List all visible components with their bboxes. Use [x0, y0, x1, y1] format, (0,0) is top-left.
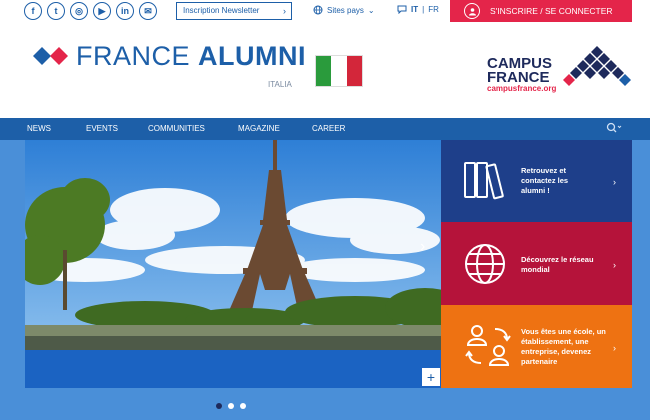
- card-alumni-text: Retrouvez et contactez les alumni !: [521, 166, 569, 195]
- nav-news[interactable]: NEWS: [27, 124, 51, 133]
- facebook-glyph: f: [31, 6, 35, 16]
- carousel-dots: [216, 403, 246, 409]
- nav-career[interactable]: CAREER: [312, 124, 345, 133]
- email-icon[interactable]: ✉: [139, 2, 157, 20]
- top-bar: f t ◎ ▶ in ✉ Inscription Newsletter › Si…: [0, 0, 650, 28]
- chevron-right-icon: ›: [613, 260, 616, 270]
- carousel-dot[interactable]: [240, 403, 246, 409]
- card-network[interactable]: Découvrez le réseau mondial ›: [441, 222, 632, 305]
- lang-fr[interactable]: FR: [428, 5, 439, 14]
- language-switcher: IT | FR: [397, 5, 439, 14]
- books-icon: [464, 162, 504, 200]
- signin-button[interactable]: S'INSCRIRE / SE CONNECTER: [450, 0, 632, 22]
- globe-icon: [465, 244, 505, 284]
- youtube-glyph: ▶: [98, 5, 106, 16]
- campus-france-logo-text[interactable]: CAMPUS FRANCE: [487, 56, 552, 86]
- newsletter-button[interactable]: Inscription Newsletter ›: [176, 2, 292, 20]
- instagram-glyph: ◎: [75, 5, 83, 16]
- search-icon[interactable]: [606, 122, 622, 137]
- cf-url: campusfrance.org: [487, 84, 557, 93]
- plus-button[interactable]: +: [422, 368, 440, 386]
- brand-light: FRANCE: [76, 41, 199, 71]
- lang-separator: |: [422, 5, 425, 14]
- newsletter-label: Inscription Newsletter: [183, 6, 260, 15]
- nav-magazine[interactable]: MAGAZINE: [238, 124, 280, 133]
- speech-bubble-icon: [397, 5, 407, 14]
- linkedin-icon[interactable]: in: [116, 2, 134, 20]
- main-nav: NEWS EVENTS COMMUNITIES MAGAZINE CAREER: [0, 118, 650, 140]
- social-links: f t ◎ ▶ in ✉: [24, 2, 157, 20]
- people-exchange-icon: [465, 325, 511, 366]
- country-label: ITALIA: [268, 80, 292, 89]
- eiffel-tower-photo[interactable]: [25, 140, 441, 350]
- signin-label: S'INSCRIRE / SE CONNECTER: [490, 6, 613, 16]
- site-title[interactable]: FRANCE ALUMNI: [76, 41, 306, 72]
- chevron-right-icon: ›: [283, 6, 286, 16]
- sites-pays-dropdown[interactable]: Sites pays ⌄: [313, 5, 375, 15]
- carousel-dot[interactable]: [228, 403, 234, 409]
- youtube-icon[interactable]: ▶: [93, 2, 111, 20]
- france-alumni-logo-icon[interactable]: [33, 46, 73, 66]
- nav-communities[interactable]: COMMUNITIES: [148, 124, 205, 133]
- cf-line2: FRANCE: [487, 69, 550, 86]
- lang-it[interactable]: IT: [411, 5, 418, 14]
- facebook-icon[interactable]: f: [24, 2, 42, 20]
- campus-france-diamond-icon: [563, 46, 631, 86]
- card-alumni[interactable]: Retrouvez et contactez les alumni ! ›: [441, 140, 632, 222]
- user-icon: [464, 3, 480, 19]
- linkedin-glyph: in: [121, 6, 129, 16]
- card-partner[interactable]: Vous êtes une école, un établissement, u…: [441, 305, 632, 388]
- sites-pays-label: Sites pays: [327, 5, 364, 15]
- card-network-text: Découvrez le réseau mondial: [521, 255, 594, 274]
- chevron-down-icon: ⌄: [367, 5, 375, 15]
- chevron-right-icon: ›: [613, 343, 616, 353]
- twitter-glyph: t: [54, 6, 58, 16]
- card-partner-text: Vous êtes une école, un établissement, u…: [521, 327, 606, 366]
- caption-strip: [25, 350, 441, 388]
- next-slide-arrow[interactable]: ›: [420, 238, 425, 256]
- nav-events[interactable]: EVENTS: [86, 124, 118, 133]
- twitter-icon[interactable]: t: [47, 2, 65, 20]
- globe-small-icon: [313, 5, 323, 15]
- email-glyph: ✉: [144, 5, 152, 16]
- carousel-dot[interactable]: [216, 403, 222, 409]
- italy-flag-icon: [315, 55, 363, 87]
- chevron-right-icon: ›: [613, 177, 616, 187]
- brand-bold: ALUMNI: [198, 41, 306, 71]
- instagram-icon[interactable]: ◎: [70, 2, 88, 20]
